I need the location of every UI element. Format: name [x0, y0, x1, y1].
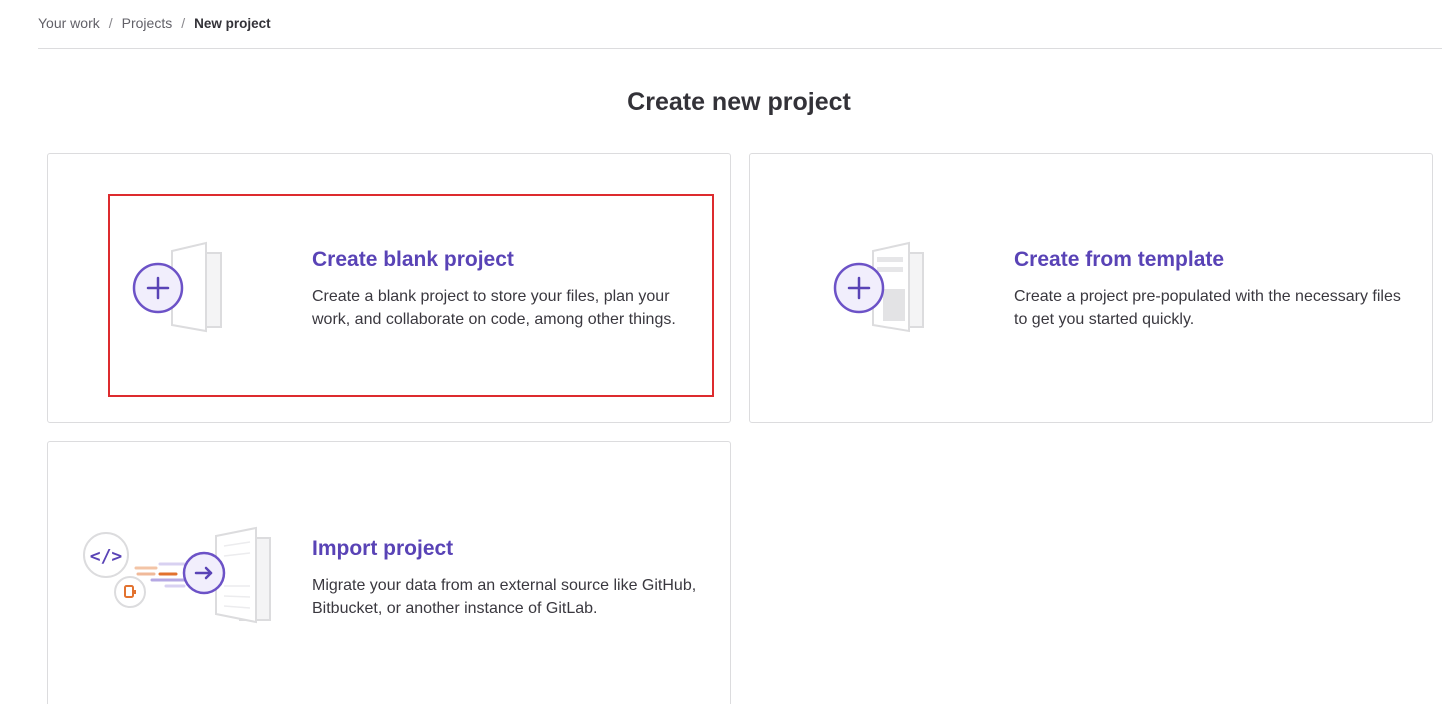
template-project-text: Create from template Create a project pr…: [1014, 247, 1414, 331]
import-project-description: Migrate your data from an external sourc…: [312, 577, 697, 617]
template-project-illustration-icon: [833, 241, 929, 340]
blank-project-illustration-icon: [132, 241, 224, 340]
create-blank-project-title[interactable]: Create blank project: [312, 247, 712, 273]
breadcrumb-current: New project: [194, 15, 271, 31]
page-title: Create new project: [627, 88, 851, 116]
create-blank-project-description: Create a blank project to store your fil…: [312, 288, 676, 328]
breadcrumb-separator: /: [181, 15, 186, 31]
create-from-template-title[interactable]: Create from template: [1014, 247, 1414, 273]
blank-project-text: Create blank project Create a blank proj…: [312, 247, 712, 331]
breadcrumb: Your work / Projects / New project: [38, 14, 271, 32]
import-project-text: Import project Migrate your data from an…: [312, 536, 722, 620]
svg-text:</>: </>: [90, 546, 123, 567]
new-project-page: Your work / Projects / New project Creat…: [0, 0, 1456, 704]
breadcrumb-your-work[interactable]: Your work: [38, 15, 100, 31]
import-project-title[interactable]: Import project: [312, 536, 722, 562]
create-from-template-description: Create a project pre-populated with the …: [1014, 288, 1401, 328]
breadcrumb-separator: /: [108, 15, 113, 31]
breadcrumb-projects[interactable]: Projects: [122, 15, 173, 31]
import-project-illustration-icon: </>: [80, 526, 276, 631]
header-divider: [38, 48, 1442, 49]
